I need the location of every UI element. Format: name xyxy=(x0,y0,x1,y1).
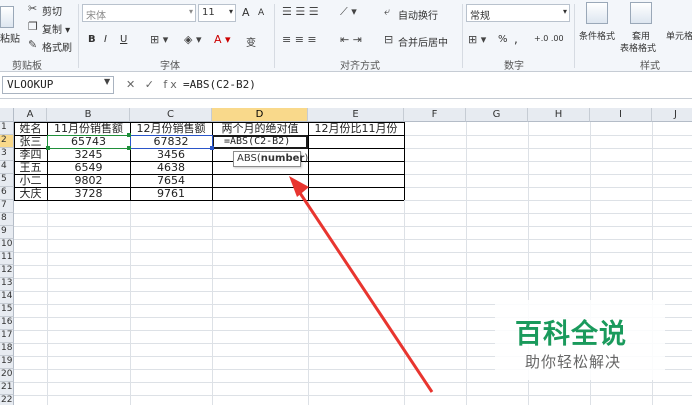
watermark-title: 百科全说 xyxy=(515,319,627,350)
arrow-head xyxy=(289,176,309,197)
watermark-subtitle: 助你轻松解决 xyxy=(525,353,622,371)
watermark: 百科全说 助你轻松解决 xyxy=(495,300,665,380)
arrow-shaft xyxy=(296,189,434,393)
